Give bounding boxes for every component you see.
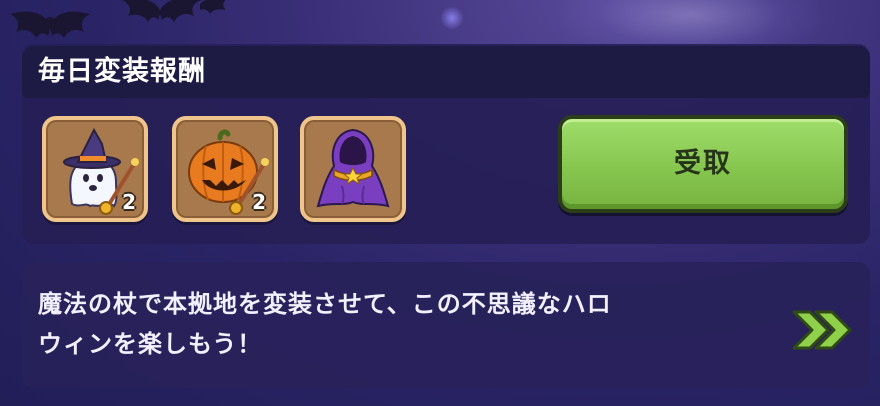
reward-slot-3[interactable] <box>300 116 406 222</box>
description-line-1: 魔法の杖で本拠地を変装させて、この不思議なハロ <box>38 290 612 318</box>
reward-slot-1[interactable]: 2 <box>42 116 148 222</box>
reward-count: 2 <box>122 190 136 214</box>
double-chevron-right-icon[interactable] <box>788 304 856 356</box>
reward-slot-2[interactable]: 2 <box>172 116 278 222</box>
purple-cloak-icon <box>316 128 390 208</box>
panel-title: 毎日変装報酬 <box>38 56 206 87</box>
reward-count: 2 <box>252 190 266 214</box>
description-text: 魔法の杖で本拠地を変装させて、この不思議なハロ ウィンを楽しもう！ <box>38 284 718 364</box>
claim-button[interactable]: 受取 <box>558 115 848 213</box>
background-light-orb <box>440 6 464 30</box>
bat-icon <box>122 0 226 22</box>
description-line-2: ウィンを楽しもう！ <box>38 330 263 358</box>
